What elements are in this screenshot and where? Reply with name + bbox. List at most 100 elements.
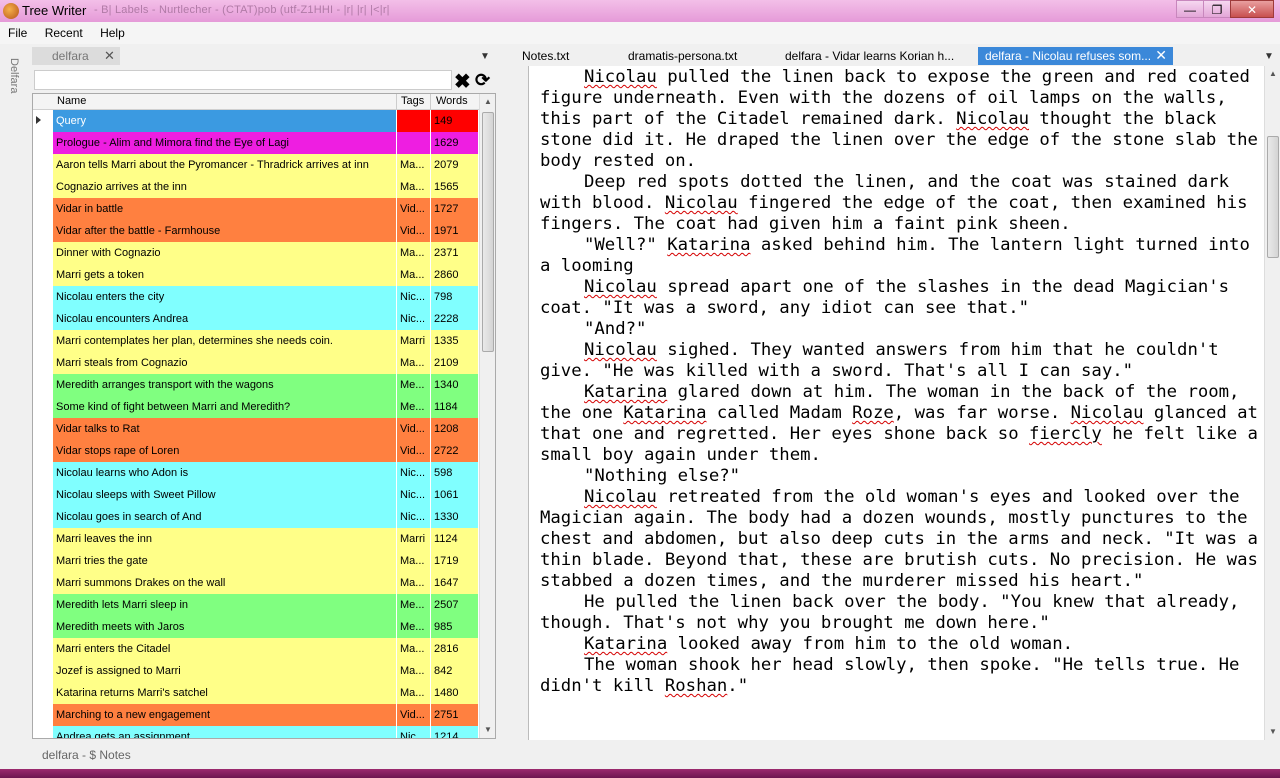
column-divider[interactable]: [396, 94, 397, 110]
misspelled-word[interactable]: Roshan: [665, 676, 727, 696]
tab-dramatis-persona[interactable]: dramatis-persona.txt: [628, 47, 778, 65]
scroll-thumb[interactable]: [482, 112, 494, 352]
misspelled-word[interactable]: Katarina: [623, 403, 706, 423]
column-tags-header[interactable]: Tags: [401, 95, 424, 107]
tree-row[interactable]: Nicolau learns who Adon is Nic... 598: [33, 462, 479, 484]
editor-paragraph[interactable]: Nicolau pulled the linen back to expose …: [540, 67, 1260, 172]
close-tab-icon[interactable]: ✕: [1155, 47, 1167, 64]
misspelled-word[interactable]: Katarina: [584, 634, 667, 654]
misspelled-word[interactable]: Nicolau: [584, 277, 657, 297]
refresh-icon[interactable]: ⟳: [475, 70, 490, 91]
editor-paragraph[interactable]: "And?": [540, 319, 1260, 340]
tree-row[interactable]: Meredith meets with Jaros Me... 985: [33, 616, 479, 638]
misspelled-word[interactable]: Nicolau: [1071, 403, 1144, 423]
tree-row[interactable]: Nicolau enters the city Nic... 798: [33, 286, 479, 308]
close-window-button[interactable]: ✕: [1230, 0, 1274, 18]
menu-bar: File Recent Help: [0, 22, 1280, 44]
editor-paragraph[interactable]: Deep red spots dotted the linen, and the…: [540, 172, 1260, 235]
tab-list-dropdown-icon[interactable]: ▼: [480, 51, 490, 62]
tree-row[interactable]: Marri summons Drakes on the wall Ma... 164…: [33, 572, 479, 594]
tree-row[interactable]: Meredith lets Marri sleep in Me... 2507: [33, 594, 479, 616]
tab-label: delfara - Nicolau refuses som...: [985, 49, 1152, 63]
menu-recent[interactable]: Recent: [37, 22, 89, 40]
tab-nicolau-refuses[interactable]: delfara - Nicolau refuses som... ✕: [978, 47, 1173, 65]
tree-row[interactable]: Query 149: [33, 110, 479, 132]
tree-row[interactable]: Vidar stops rape of Loren Vid... 2722: [33, 440, 479, 462]
menu-file[interactable]: File: [0, 22, 33, 40]
misspelled-word[interactable]: Nicolau: [584, 67, 657, 87]
row-name: Nicolau goes in search of And: [53, 506, 396, 528]
editor-paragraph[interactable]: "Well?" Katarina asked behind him. The l…: [540, 235, 1260, 277]
minimize-button[interactable]: —: [1176, 0, 1204, 18]
tree-row[interactable]: Vidar talks to Rat Vid... 1208: [33, 418, 479, 440]
row-tags: [397, 110, 430, 132]
scroll-thumb[interactable]: [1267, 136, 1279, 258]
menu-help[interactable]: Help: [92, 22, 131, 40]
misspelled-word[interactable]: Nicolau: [584, 487, 657, 507]
tree-row[interactable]: Dinner with Cognazio Ma... 2371: [33, 242, 479, 264]
row-name: Meredith arranges transport with the wag…: [53, 374, 396, 396]
tree-row[interactable]: Andrea gets an assignment Nic... 1214: [33, 726, 479, 738]
misspelled-word[interactable]: Nicolau: [956, 109, 1029, 129]
column-words-header[interactable]: Words: [436, 95, 468, 107]
misspelled-word[interactable]: Roze: [852, 403, 894, 423]
editor-scrollbar[interactable]: ▲ ▼: [1264, 66, 1280, 740]
tab-delfara[interactable]: delfara ✕: [32, 47, 120, 65]
expand-arrow-icon[interactable]: [36, 116, 41, 124]
misspelled-word[interactable]: Nicolau: [665, 193, 738, 213]
row-name: Marri tries the gate: [53, 550, 396, 572]
tree-row[interactable]: Marri leaves the inn Marri 1124: [33, 528, 479, 550]
tree-row[interactable]: Nicolau goes in search of And Nic... 1330: [33, 506, 479, 528]
misspelled-word[interactable]: fiercly: [1029, 424, 1102, 444]
tree-row[interactable]: Jozef is assigned to Marri Ma... 842: [33, 660, 479, 682]
scroll-up-icon[interactable]: ▲: [1265, 66, 1280, 82]
misspelled-word[interactable]: Katarina: [584, 382, 667, 402]
tree-row[interactable]: Cognazio arrives at the inn Ma... 1565: [33, 176, 479, 198]
row-tags: Me...: [397, 396, 430, 418]
tree-row[interactable]: Some kind of fight between Marri and Mer…: [33, 396, 479, 418]
maximize-button[interactable]: ❐: [1203, 0, 1231, 18]
editor-paragraph[interactable]: Katarina glared down at him. The woman i…: [540, 382, 1260, 466]
search-input[interactable]: [34, 70, 452, 90]
tree-row[interactable]: Marri enters the Citadel Ma... 2816: [33, 638, 479, 660]
side-panel-label[interactable]: Delfara: [8, 58, 20, 93]
tree-row[interactable]: Marri contemplates her plan, determines …: [33, 330, 479, 352]
editor-paragraph[interactable]: Nicolau sighed. They wanted answers from…: [540, 340, 1260, 382]
scroll-down-icon[interactable]: ▼: [480, 722, 495, 738]
tree-row[interactable]: Marri steals from Cognazio Ma... 2109: [33, 352, 479, 374]
editor-content[interactable]: Nicolau pulled the linen back to expose …: [540, 67, 1260, 697]
scroll-down-icon[interactable]: ▼: [1265, 724, 1280, 740]
tree-row[interactable]: Marching to a new engagement Vid... 2751: [33, 704, 479, 726]
text-editor[interactable]: Nicolau pulled the linen back to expose …: [528, 66, 1280, 740]
panel-splitter[interactable]: [500, 46, 518, 740]
misspelled-word[interactable]: Nicolau: [584, 340, 657, 360]
column-name-header[interactable]: Name: [57, 95, 86, 107]
tab-notes[interactable]: Notes.txt: [522, 47, 622, 65]
tree-row[interactable]: Katarina returns Marri's satchel Ma... 148…: [33, 682, 479, 704]
tab-vidar-learns[interactable]: delfara - Vidar learns Korian h...: [785, 47, 955, 65]
row-words: 1208: [431, 418, 478, 440]
editor-paragraph[interactable]: The woman shook her head slowly, then sp…: [540, 655, 1260, 697]
row-words: 1184: [431, 396, 478, 418]
tree-row[interactable]: Aaron tells Marri about the Pyromancer -…: [33, 154, 479, 176]
close-tab-icon[interactable]: ✕: [104, 48, 115, 64]
tree-row[interactable]: Marri tries the gate Ma... 1719: [33, 550, 479, 572]
editor-paragraph[interactable]: He pulled the linen back over the body. …: [540, 592, 1260, 634]
tree-row[interactable]: Vidar in battle Vid... 1727: [33, 198, 479, 220]
tree-row[interactable]: Meredith arranges transport with the wag…: [33, 374, 479, 396]
column-divider[interactable]: [430, 94, 431, 110]
tree-row[interactable]: Vidar after the battle - Farmhouse Vid...…: [33, 220, 479, 242]
editor-paragraph[interactable]: Katarina looked away from him to the old…: [540, 634, 1260, 655]
misspelled-word[interactable]: Katarina: [667, 235, 750, 255]
tree-row[interactable]: Nicolau sleeps with Sweet Pillow Nic... 10…: [33, 484, 479, 506]
tree-row[interactable]: Nicolau encounters Andrea Nic... 2228: [33, 308, 479, 330]
clear-search-icon[interactable]: ✖: [454, 69, 471, 94]
editor-paragraph[interactable]: Nicolau spread apart one of the slashes …: [540, 277, 1260, 319]
scroll-up-icon[interactable]: ▲: [480, 94, 495, 110]
editor-paragraph[interactable]: Nicolau retreated from the old woman's e…: [540, 487, 1260, 592]
editor-paragraph[interactable]: "Nothing else?": [540, 466, 1260, 487]
tree-row[interactable]: Marri gets a token Ma... 2860: [33, 264, 479, 286]
tab-list-dropdown-icon[interactable]: ▼: [1264, 51, 1274, 62]
tree-row[interactable]: Prologue - Alim and Mimora find the Eye …: [33, 132, 479, 154]
tree-scrollbar[interactable]: ▲ ▼: [479, 94, 495, 738]
